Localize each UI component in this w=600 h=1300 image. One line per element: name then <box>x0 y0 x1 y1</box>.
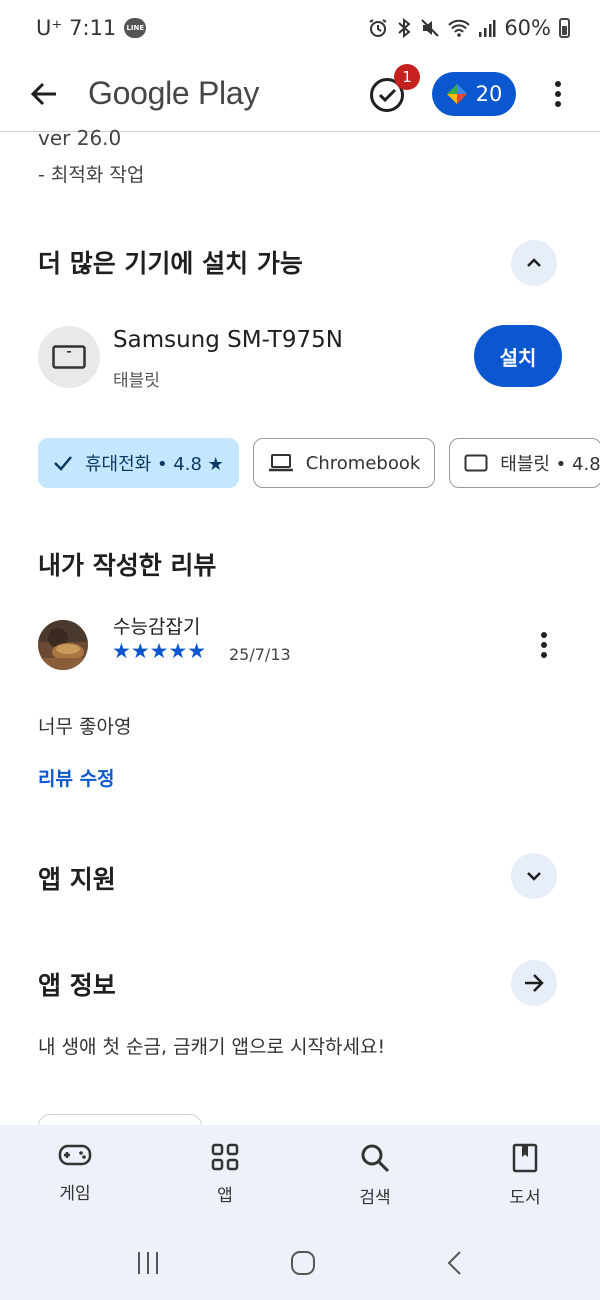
system-navigation-bar <box>0 1225 600 1300</box>
chip-chromebook-label: Chromebook <box>305 452 421 474</box>
review-more-button[interactable] <box>526 627 562 663</box>
nav-games-label: 게임 <box>59 1184 91 1204</box>
device-name: Samsung SM-T975N <box>113 327 343 353</box>
more-options-button[interactable] <box>532 68 584 120</box>
bottom-navigation: 게임 앱 검색 도서 <box>0 1125 600 1225</box>
app-bar: Google Play 1 20 <box>0 56 600 132</box>
chip-chromebook[interactable]: Chromebook <box>252 438 436 488</box>
chevron-up-icon <box>527 258 541 267</box>
tasks-button[interactable]: 1 <box>368 63 420 114</box>
recent-apps-icon[interactable] <box>135 1250 161 1276</box>
nav-books[interactable]: 도서 <box>450 1125 600 1225</box>
signal-icon <box>479 20 496 37</box>
more-vert-icon <box>555 80 561 107</box>
app-bar-actions: 1 20 <box>368 63 600 120</box>
device-filter-chips: 휴대전화 • 4.8 ★ Chromebook 태블릿 • 4.8 <box>38 438 600 488</box>
nav-search[interactable]: 검색 <box>300 1125 450 1225</box>
wifi-icon <box>448 19 471 37</box>
reviewer-avatar <box>38 620 88 670</box>
app-info-title: 앱 정보 <box>38 971 116 1000</box>
nav-games[interactable]: 게임 <box>0 1125 150 1225</box>
battery-percent: 60% <box>504 16 551 40</box>
nav-search-label: 검색 <box>359 1188 391 1208</box>
search-icon <box>361 1144 390 1173</box>
home-icon[interactable] <box>290 1250 316 1276</box>
check-icon <box>54 456 72 471</box>
chip-tablet[interactable]: 태블릿 • 4.8 <box>449 438 600 488</box>
book-icon <box>512 1143 538 1173</box>
battery-icon <box>559 18 570 38</box>
reviewer-name: 수능감잡기 <box>113 616 201 638</box>
device-type: 태블릿 <box>113 371 160 391</box>
arrow-forward-icon <box>525 974 544 992</box>
review-text: 너무 좋아영 <box>38 716 132 738</box>
tablet-icon <box>52 345 86 369</box>
line-badge-text: LINE <box>126 24 145 32</box>
avatar-image <box>38 620 88 670</box>
notification-badge: 1 <box>394 63 420 90</box>
collapse-devices-button[interactable] <box>511 240 557 286</box>
nav-apps-label: 앱 <box>217 1186 233 1206</box>
line-app-icon: LINE <box>124 18 147 38</box>
status-left: U⁺ 7:11 LINE <box>36 16 147 40</box>
play-points-chip[interactable]: 20 <box>432 71 516 116</box>
expand-support-button[interactable] <box>511 853 557 899</box>
chevron-down-icon <box>527 872 541 881</box>
edit-review-link[interactable]: 리뷰 수정 <box>38 764 115 791</box>
app-support-title: 앱 지원 <box>38 865 116 894</box>
tablet-icon <box>464 454 488 472</box>
back-nav-icon[interactable] <box>445 1250 465 1276</box>
version-text: ver 26.0 <box>38 126 122 150</box>
review-date: 25/7/13 <box>229 645 291 664</box>
star-rating: ★★★★★ <box>112 639 207 663</box>
devices-section-title: 더 많은 기기에 설치 가능 <box>38 249 303 278</box>
device-avatar <box>38 326 100 388</box>
bluetooth-icon <box>398 18 411 38</box>
app-info-arrow-button[interactable] <box>511 960 557 1006</box>
play-points-icon <box>446 83 467 104</box>
app-bar-title: Google Play <box>88 75 260 111</box>
my-review-title: 내가 작성한 리뷰 <box>38 551 217 580</box>
play-points-count: 20 <box>475 81 503 106</box>
mute-icon <box>421 19 440 37</box>
status-time: U⁺ 7:11 <box>36 16 117 40</box>
chip-tablet-label: 태블릿 • 4.8 <box>500 454 600 475</box>
more-vert-icon <box>541 632 547 658</box>
nav-books-label: 도서 <box>509 1188 541 1208</box>
chip-phone-label: 휴대전화 • 4.8 ★ <box>85 454 224 475</box>
nav-apps[interactable]: 앱 <box>150 1125 300 1225</box>
install-button[interactable]: 설치 <box>474 325 562 387</box>
back-button[interactable] <box>0 62 88 126</box>
update-note: - 최적화 작업 <box>38 164 145 186</box>
apps-icon <box>211 1143 239 1171</box>
laptop-icon <box>268 454 293 472</box>
alarm-icon <box>369 19 387 37</box>
app-description: 내 생애 첫 순금, 금캐기 앱으로 시작하세요! <box>38 1036 386 1058</box>
status-right: 60% <box>368 16 570 40</box>
chip-phone[interactable]: 휴대전화 • 4.8 ★ <box>38 438 239 488</box>
status-bar: U⁺ 7:11 LINE 60% <box>0 0 600 56</box>
arrow-back-icon <box>30 82 56 105</box>
gamepad-icon <box>58 1144 92 1166</box>
